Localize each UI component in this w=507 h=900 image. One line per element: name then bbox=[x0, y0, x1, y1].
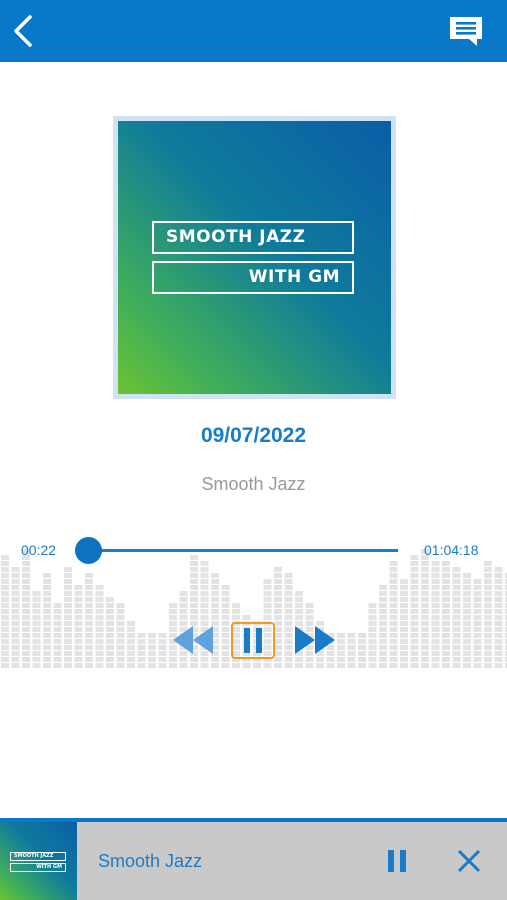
seek-handle[interactable] bbox=[75, 537, 102, 564]
fast-forward-icon bbox=[295, 626, 335, 654]
equalizer-visualization bbox=[1, 549, 507, 668]
mini-player-thumbnail: SMOOTH JAZZ WITH GM bbox=[0, 822, 77, 900]
mini-thumb-line-1: SMOOTH JAZZ bbox=[10, 852, 66, 861]
mini-thumb-line-2: WITH GM bbox=[10, 863, 66, 872]
elapsed-time: 00:22 bbox=[21, 542, 57, 558]
rewind-button[interactable] bbox=[171, 624, 215, 656]
pause-icon bbox=[388, 850, 406, 872]
total-duration: 01:04:18 bbox=[424, 542, 479, 558]
play-pause-button[interactable] bbox=[231, 622, 275, 659]
rewind-icon bbox=[173, 626, 213, 654]
mini-player-title: Smooth Jazz bbox=[98, 851, 203, 871]
mini-player[interactable]: SMOOTH JAZZ WITH GM Smooth Jazz bbox=[0, 822, 507, 900]
seek-track[interactable] bbox=[88, 549, 398, 552]
mini-pause-button[interactable] bbox=[384, 848, 410, 874]
close-icon bbox=[457, 849, 481, 873]
fast-forward-button[interactable] bbox=[293, 624, 337, 656]
mini-close-button[interactable] bbox=[456, 848, 482, 874]
pause-icon bbox=[244, 628, 262, 653]
